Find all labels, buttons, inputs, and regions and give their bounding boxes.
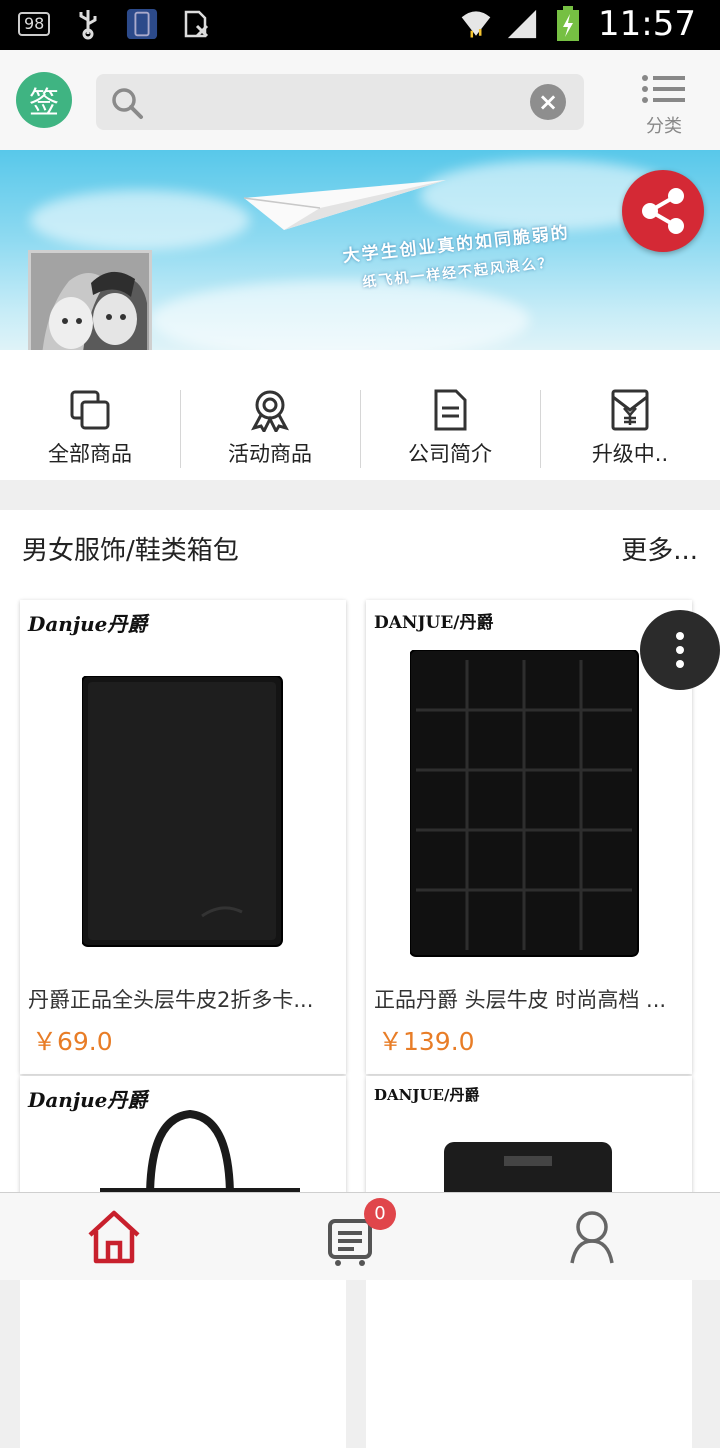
battery-icon: [552, 6, 584, 41]
profile-tab[interactable]: [562, 1207, 622, 1267]
wifi-icon: [460, 8, 492, 40]
sign-in-button[interactable]: 签: [16, 72, 72, 128]
promotion-icon: [250, 390, 290, 432]
product-price: ￥139.0: [378, 1027, 475, 1056]
home-icon: [88, 1210, 140, 1264]
nav-label: 公司简介: [408, 442, 492, 466]
all-products-icon: [70, 390, 110, 430]
list-menu-icon: [642, 75, 685, 103]
no-sim-icon: [180, 8, 212, 40]
share-icon: [642, 188, 684, 234]
nav-company-profile[interactable]: 公司简介: [360, 388, 540, 470]
search-icon: [112, 88, 143, 119]
nav-promotions[interactable]: 活动商品: [180, 388, 360, 470]
shop-nav: 全部商品 活动商品 公司简介 升级中..: [0, 350, 720, 480]
clear-search-icon[interactable]: ×: [530, 84, 566, 120]
category-label: 分类: [646, 116, 682, 137]
bottom-nav: [0, 1192, 720, 1280]
nav-upgrading[interactable]: 升级中..: [540, 388, 720, 470]
company-profile-icon: [434, 389, 467, 431]
phone-icon: [126, 8, 158, 40]
brand-label: DANJUE/丹爵: [374, 613, 494, 633]
product-card[interactable]: DANJUE/丹爵 正品丹爵 头层牛皮 时尚高档 ... ￥139.0: [366, 600, 692, 1074]
product-image[interactable]: Danjue丹爵: [20, 600, 346, 972]
search-input[interactable]: [156, 82, 516, 122]
product-card[interactable]: DANJUE/丹爵: [366, 1076, 692, 1448]
share-button[interactable]: [622, 170, 704, 252]
category-button[interactable]: 分类: [636, 74, 692, 138]
section-title: 男女服饰/鞋类箱包: [22, 536, 239, 566]
upgrading-icon: [611, 389, 649, 431]
notification-count-badge: 98: [18, 12, 51, 36]
cart-count-badge: 0: [364, 1198, 396, 1230]
nav-label: 活动商品: [228, 442, 312, 466]
product-name: 丹爵正品全头层牛皮2折多卡...: [28, 988, 314, 1012]
status-bar: 98 11:57: [0, 0, 720, 50]
brand-label: DANJUE/丹爵: [374, 1086, 480, 1104]
paper-plane-icon: [243, 180, 446, 230]
nav-all-products[interactable]: 全部商品: [0, 388, 180, 470]
clock: 11:57: [598, 4, 696, 44]
top-bar: 签 × 分类: [0, 50, 720, 150]
nav-label: 全部商品: [48, 442, 132, 466]
product-section: 男女服饰/鞋类箱包 更多... Danjue丹爵 丹爵正品全头层牛皮2折多卡..…: [0, 510, 720, 1448]
product-price: ￥69.0: [32, 1027, 113, 1056]
more-link[interactable]: 更多...: [621, 530, 698, 567]
home-tab[interactable]: [84, 1207, 144, 1267]
product-name: 正品丹爵 头层牛皮 时尚高档 ...: [374, 988, 667, 1012]
search-bar[interactable]: ×: [96, 74, 584, 130]
usb-icon: [72, 8, 104, 40]
more-options-button[interactable]: [640, 610, 720, 690]
signal-icon: [506, 8, 538, 40]
nav-label: 升级中..: [591, 442, 669, 466]
product-card[interactable]: Danjue丹爵 丹爵正品全头层牛皮2折多卡... ￥69.0: [20, 600, 346, 1074]
user-icon: [570, 1211, 614, 1264]
brand-label: Danjue丹爵: [28, 612, 148, 636]
product-card[interactable]: Danjue丹爵: [20, 1076, 346, 1448]
